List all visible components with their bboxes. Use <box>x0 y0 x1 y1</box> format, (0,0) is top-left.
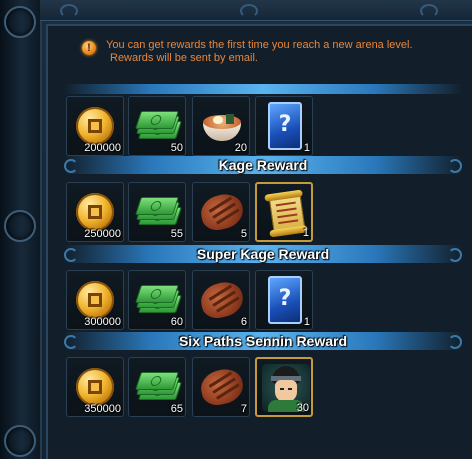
cash-stack-icon <box>135 111 182 139</box>
reward-count: 20 <box>234 142 247 154</box>
cash-stack-icon <box>135 285 182 313</box>
ramen-bowl-icon <box>201 107 243 145</box>
ornament-icon <box>4 425 36 457</box>
reward-slot[interactable]: 1 <box>255 96 313 156</box>
reward-count: 6 <box>240 316 247 328</box>
tier-title: Six Paths Sennin Reward <box>178 333 348 349</box>
cash-stack-icon <box>135 197 182 225</box>
mystery-card-icon <box>268 102 302 150</box>
ornament-icon <box>4 210 36 242</box>
reward-count: 1 <box>302 227 309 239</box>
reward-slot[interactable]: 30 <box>255 357 313 417</box>
reward-slot[interactable]: 65 <box>128 357 186 417</box>
cash-stack-icon <box>135 372 182 400</box>
window-top-frame <box>40 0 472 21</box>
notice-box: ! You can get rewards the first time you… <box>82 38 462 68</box>
reward-slot[interactable]: 200000 <box>66 96 124 156</box>
reward-count: 1 <box>303 316 310 328</box>
steak-icon <box>197 191 247 233</box>
swirl-ornament-icon <box>448 335 462 349</box>
reward-count: 60 <box>170 316 183 328</box>
tier-title-bar <box>64 84 462 94</box>
swirl-ornament-icon <box>240 4 258 18</box>
reward-slot[interactable]: 5 <box>192 182 250 242</box>
arena-rewards-window: ! You can get rewards the first time you… <box>0 0 472 459</box>
reward-count: 350000 <box>84 403 121 415</box>
tier-title-bar: Six Paths Sennin Reward <box>64 332 462 350</box>
ornament-icon <box>4 6 36 38</box>
swirl-ornament-icon <box>448 159 462 173</box>
window-side-frame <box>0 0 42 459</box>
notice-line-1: You can get rewards the first time you r… <box>106 39 413 51</box>
reward-count: 5 <box>240 228 247 240</box>
warning-icon: ! <box>82 41 96 55</box>
swirl-ornament-icon <box>448 248 462 262</box>
tier-title-bar: Kage Reward <box>64 156 462 174</box>
reward-slot[interactable]: 6 <box>192 270 250 330</box>
reward-count: 200000 <box>84 142 121 154</box>
reward-slot[interactable]: 50 <box>128 96 186 156</box>
reward-slot[interactable]: 55 <box>128 182 186 242</box>
mystery-card-icon <box>268 276 302 324</box>
notice-line-2: Rewards will be sent by email. <box>110 52 258 64</box>
scroll-icon <box>264 188 308 239</box>
reward-count: 7 <box>240 403 247 415</box>
reward-slot[interactable]: 1 <box>255 182 313 242</box>
steak-icon <box>197 366 247 408</box>
tier-title: Kage Reward <box>218 157 308 173</box>
reward-slot[interactable]: 350000 <box>66 357 124 417</box>
reward-count: 50 <box>170 142 183 154</box>
gold-coin-icon <box>76 368 114 406</box>
reward-slot[interactable]: 1 <box>255 270 313 330</box>
gold-coin-icon <box>76 107 114 145</box>
steak-icon <box>197 279 247 321</box>
reward-count: 1 <box>303 142 310 154</box>
reward-slot[interactable]: 20 <box>192 96 250 156</box>
reward-count: 55 <box>170 228 183 240</box>
reward-count: 65 <box>170 403 183 415</box>
reward-slot[interactable]: 60 <box>128 270 186 330</box>
reward-count: 250000 <box>84 228 121 240</box>
swirl-ornament-icon <box>60 4 78 18</box>
gold-coin-icon <box>76 281 114 319</box>
gold-coin-icon <box>76 193 114 231</box>
reward-slot[interactable]: 250000 <box>66 182 124 242</box>
reward-count: 30 <box>296 402 309 414</box>
swirl-ornament-icon <box>420 4 438 18</box>
reward-slot[interactable]: 300000 <box>66 270 124 330</box>
reward-slot[interactable]: 7 <box>192 357 250 417</box>
tier-title: Super Kage Reward <box>196 246 330 262</box>
reward-count: 300000 <box>84 316 121 328</box>
tier-title-bar: Super Kage Reward <box>64 245 462 263</box>
